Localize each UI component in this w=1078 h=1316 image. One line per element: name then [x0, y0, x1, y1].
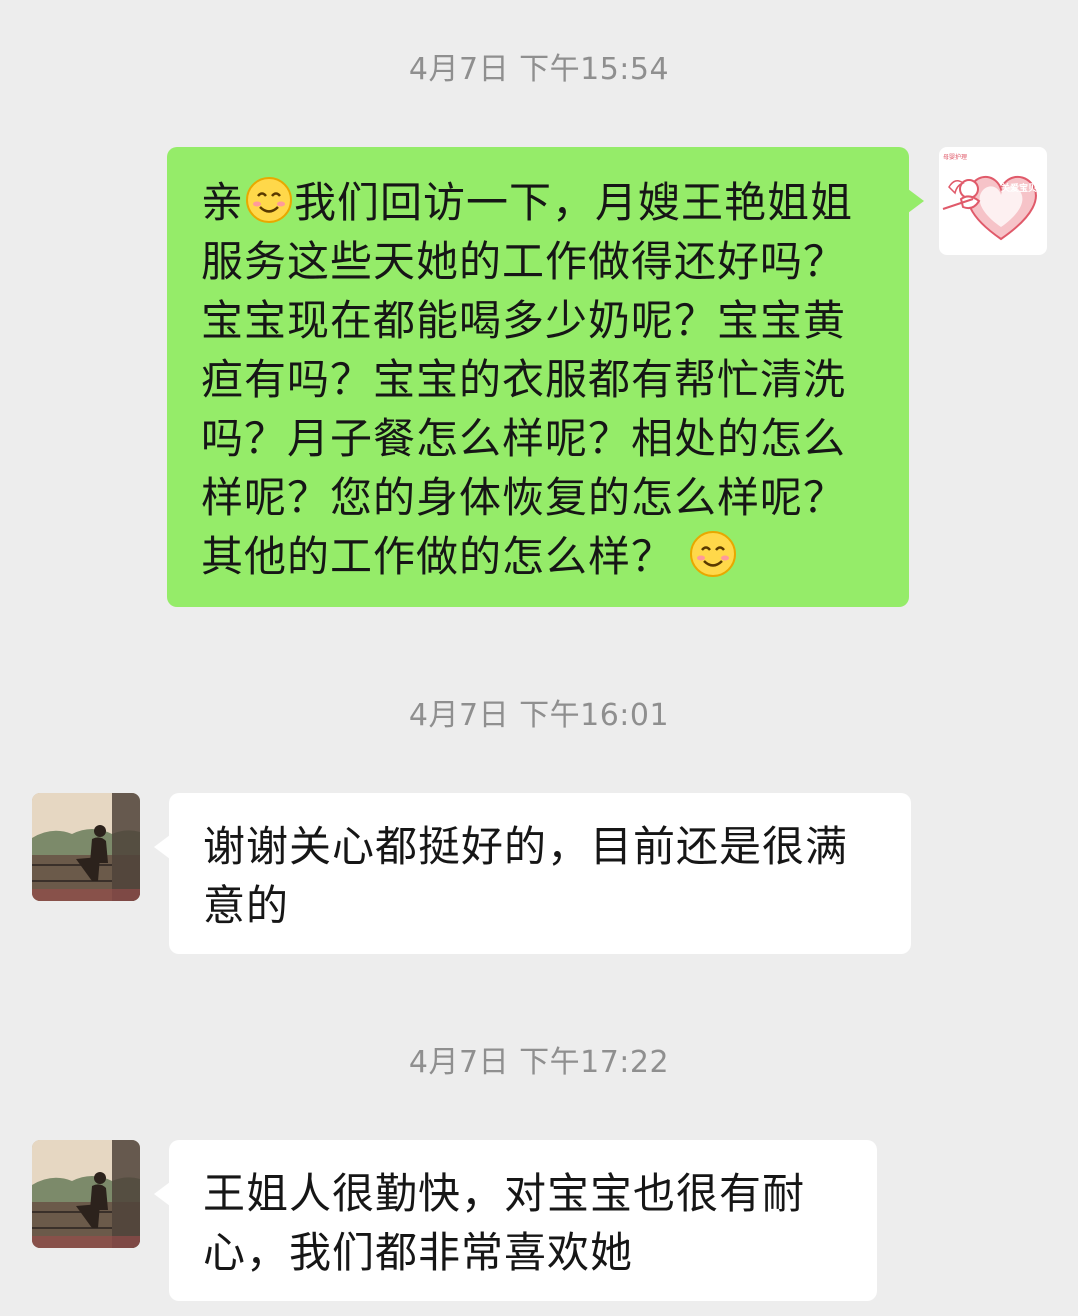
message-text: 王姐人很勤快，对宝宝也很有耐心，我们都非常喜欢她: [203, 1169, 806, 1277]
smile-emoji-icon: [690, 531, 737, 577]
self-avatar[interactable]: 母婴护理 关爱宝贝: [939, 147, 1047, 255]
logo-heart-text: 关爱宝贝: [1001, 182, 1037, 194]
contact-avatar[interactable]: [32, 793, 140, 901]
incoming-message-bubble[interactable]: 谢谢关心都挺好的，目前还是很满意的: [154, 793, 911, 954]
message-text: 我们回访一下，月嫂王艳姐姐服务这些天她的工作做得还好吗？宝宝现在都能喝多少奶呢？…: [201, 178, 854, 581]
woman-on-balcony-photo: [32, 793, 140, 901]
timestamp: 4月7日 下午16:01: [408, 698, 670, 733]
woman-on-balcony-photo: [32, 1140, 140, 1248]
timestamp: 4月7日 下午17:22: [408, 1045, 670, 1080]
message-text: 谢谢关心都挺好的，目前还是很满意的: [203, 822, 849, 930]
logo-small-text: 母婴护理: [943, 153, 967, 161]
timestamp: 4月7日 下午15:54: [408, 52, 670, 87]
outgoing-message-bubble[interactable]: 亲 我们回访一下，月嫂王艳姐姐服务这些天她的工作做得还好吗？宝宝现在都能喝多少奶…: [167, 147, 924, 607]
message-text: 亲: [201, 178, 245, 227]
contact-avatar[interactable]: [32, 1140, 140, 1248]
smile-emoji-icon: [246, 177, 293, 223]
incoming-message-bubble[interactable]: 王姐人很勤快，对宝宝也很有耐心，我们都非常喜欢她: [154, 1140, 877, 1301]
cupid-heart-logo-icon: 母婴护理 关爱宝贝: [942, 153, 1037, 241]
